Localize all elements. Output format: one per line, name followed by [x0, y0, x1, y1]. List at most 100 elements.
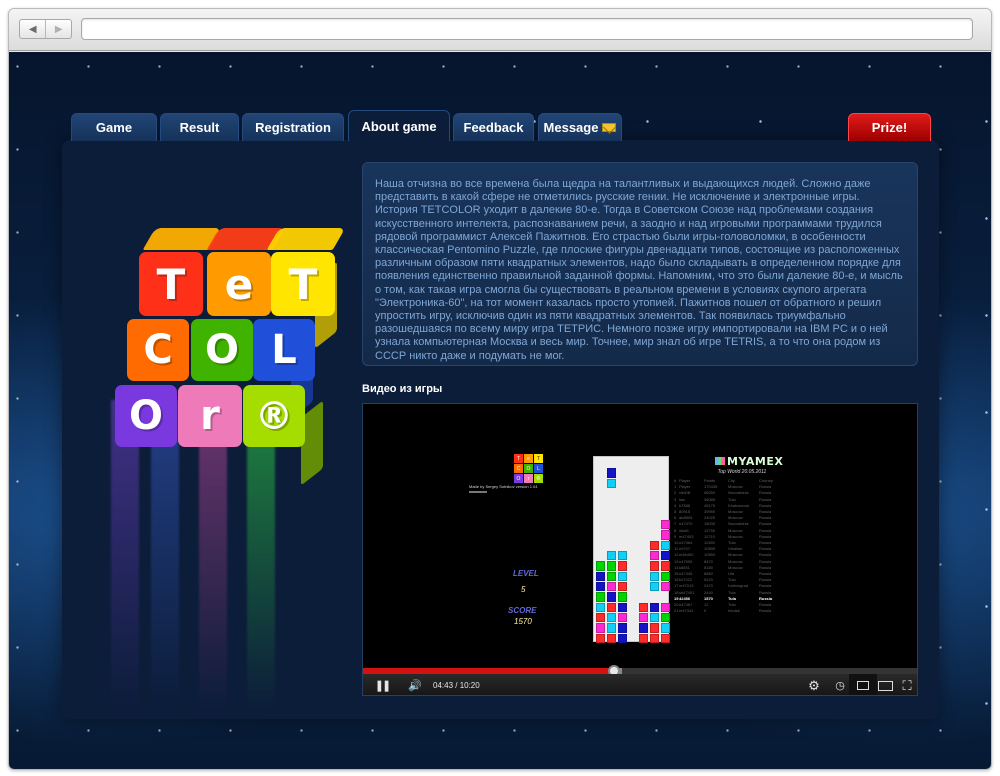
tab-prize[interactable]: Prize! [848, 113, 931, 141]
tetris-cell [661, 551, 670, 561]
logo-letter: O [204, 327, 239, 373]
tetris-cell [617, 633, 627, 643]
tab-about-game[interactable]: About game [348, 110, 450, 141]
top-world-title: Top World 20.05.2011 [717, 469, 767, 475]
tetris-cell [661, 520, 670, 530]
cube-e-orange: e [207, 252, 271, 316]
watch-later-clock-icon[interactable]: ◷ [832, 674, 848, 695]
video-title: Видео из игры [362, 383, 443, 395]
tetris-cell [596, 633, 605, 643]
tetris-cell [606, 551, 616, 561]
tetris-cell [650, 551, 660, 561]
tetris-cell [617, 571, 627, 581]
tetris-cell [650, 540, 660, 550]
tetris-cell [617, 613, 627, 623]
tab-label: Prize! [871, 120, 908, 135]
score-row: 21 m47441 0 Irkutsk Russia [674, 608, 786, 614]
tetris-cell [606, 633, 616, 643]
tetris-cell [661, 530, 670, 540]
browser-toolbar: ◀ ▶ [9, 9, 991, 51]
mini-logo-letter: O [514, 474, 523, 483]
tetris-cell [606, 623, 616, 633]
envelope-icon [602, 123, 617, 132]
tab-result[interactable]: Result [160, 113, 239, 141]
logo-letter: T [156, 259, 186, 309]
tab-label: About game [361, 118, 437, 134]
tab-registration[interactable]: Registration [242, 113, 344, 141]
small-player-icon[interactable] [849, 674, 877, 695]
tetris-cell [617, 602, 627, 612]
video-credit: Made by Sergey Sotnikov version 1.04 [469, 484, 538, 489]
level-value: 5 [521, 585, 526, 594]
tab-game[interactable]: Game [71, 113, 157, 141]
address-bar[interactable] [81, 18, 973, 40]
cube-t-red: T [139, 252, 203, 316]
tetris-cell [661, 623, 670, 633]
tab-label: Feedback [463, 120, 524, 135]
tetris-cell [596, 613, 605, 623]
mini-logo-letter: e [524, 454, 533, 463]
logo-letter: C [143, 327, 173, 373]
video-credit-bar [469, 491, 487, 493]
logo-letter: O [128, 393, 163, 439]
tetris-cell [661, 540, 670, 550]
cube-registered-lime: ® [243, 385, 305, 447]
tetris-cell [606, 592, 616, 602]
tetris-cell [596, 602, 605, 612]
mini-logo-letter: T [514, 454, 523, 463]
video-tetcolor-mini-logo: T e T C O L O r ® [514, 454, 543, 483]
tetris-cell [596, 592, 605, 602]
about-game-text-box: Наша отчизна во все времена была щедра н… [362, 162, 918, 366]
fullscreen-icon[interactable]: ⛶ [898, 674, 916, 695]
tetris-cell [596, 623, 605, 633]
mini-logo-letter: ® [534, 474, 543, 483]
tab-feedback[interactable]: Feedback [453, 113, 534, 141]
cube-o-green: O [191, 319, 253, 381]
tetris-cell [661, 613, 670, 623]
tetris-cell [639, 613, 649, 623]
tetris-cell [617, 592, 627, 602]
tetris-cell [617, 551, 627, 561]
tab-message[interactable]: Message [538, 113, 622, 141]
mini-logo-letter: C [514, 464, 523, 473]
tetris-cell [650, 602, 660, 612]
tetris-cell [606, 478, 616, 488]
cube-c-orange: C [127, 319, 189, 381]
logo-letter: e [224, 259, 254, 309]
tetris-cell [639, 633, 649, 643]
tetris-cell [661, 571, 670, 581]
myamex-brand: MYAMEX [715, 455, 783, 468]
wide-player-icon[interactable] [876, 674, 894, 695]
cube-r-pink: r [178, 385, 242, 447]
tetris-cell [650, 633, 660, 643]
back-button[interactable]: ◀ [20, 20, 45, 38]
green-light-beam [247, 410, 275, 710]
score-cell: Russia [759, 608, 772, 614]
game-video-player[interactable]: T e T C O L O r ® Made by Sergey Sotniko… [362, 403, 918, 696]
tab-label: Game [95, 120, 133, 135]
tetris-cell [650, 561, 660, 571]
about-game-text: Наша отчизна во все времена была щедра н… [375, 178, 903, 362]
forward-icon: ▶ [54, 23, 63, 35]
mini-logo-letter: L [534, 464, 543, 473]
cube-l-blue: L [253, 319, 315, 381]
forward-button[interactable]: ▶ [45, 20, 71, 38]
browser-window: ◀ ▶ Game Result Registration About game … [8, 8, 992, 770]
tetris-cell [617, 561, 627, 571]
mini-logo-letter: r [524, 474, 533, 483]
logo-letter: ® [255, 394, 293, 438]
pause-icon[interactable]: ❚❚ [371, 674, 393, 695]
level-label: LEVEL [513, 569, 539, 578]
brand-label: MYAMEX [727, 455, 784, 468]
score-cell: Irkutsk [728, 608, 740, 614]
settings-gear-icon[interactable]: ⚙ [806, 674, 822, 695]
score-table: # Player Points City Country 1 Player 170435 Mos… [674, 478, 786, 614]
cube-t-yellow: T [271, 252, 335, 316]
volume-icon[interactable]: 🔊 [405, 674, 425, 695]
video-time: 04:43 / 10:20 [433, 681, 480, 690]
tab-label: Registration [255, 120, 331, 135]
pink-light-beam [199, 410, 227, 710]
tetris-cell [661, 561, 670, 571]
cube-o-purple: O [115, 385, 177, 447]
tetris-cell [606, 582, 616, 592]
